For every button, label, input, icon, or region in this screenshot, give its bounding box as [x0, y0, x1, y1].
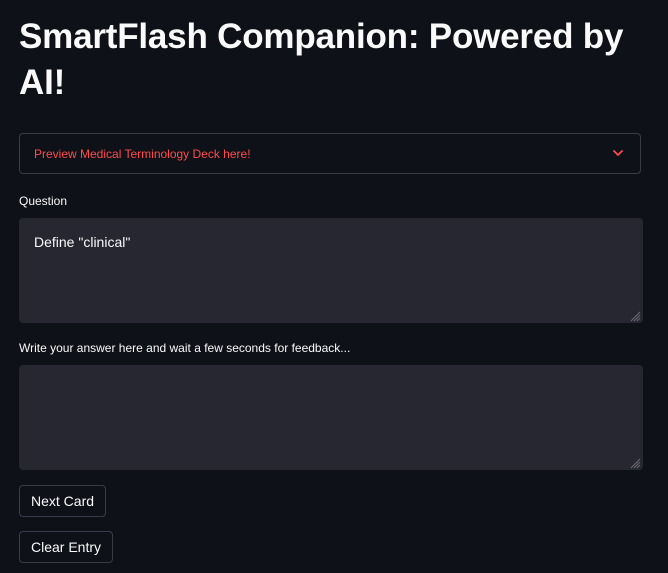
- expander-label: Preview Medical Terminology Deck here!: [34, 146, 251, 161]
- answer-label: Write your answer here and wait a few se…: [19, 341, 351, 355]
- chevron-down-icon: [612, 148, 624, 160]
- next-card-button[interactable]: Next Card: [19, 485, 107, 517]
- question-label: Question: [19, 194, 68, 208]
- question-resize-handle-icon[interactable]: [629, 309, 641, 322]
- clear-entry-button[interactable]: Clear Entry: [19, 531, 114, 563]
- deck-preview-expander[interactable]: Preview Medical Terminology Deck here!: [19, 133, 641, 174]
- question-textarea[interactable]: Define "clinical": [19, 218, 643, 323]
- app-container: SmartFlash Companion: Powered by AI! Pre…: [0, 0, 668, 573]
- page-title: SmartFlash Companion: Powered by AI!: [19, 17, 624, 102]
- answer-resize-handle-icon[interactable]: [629, 456, 641, 469]
- answer-textarea[interactable]: [19, 365, 643, 470]
